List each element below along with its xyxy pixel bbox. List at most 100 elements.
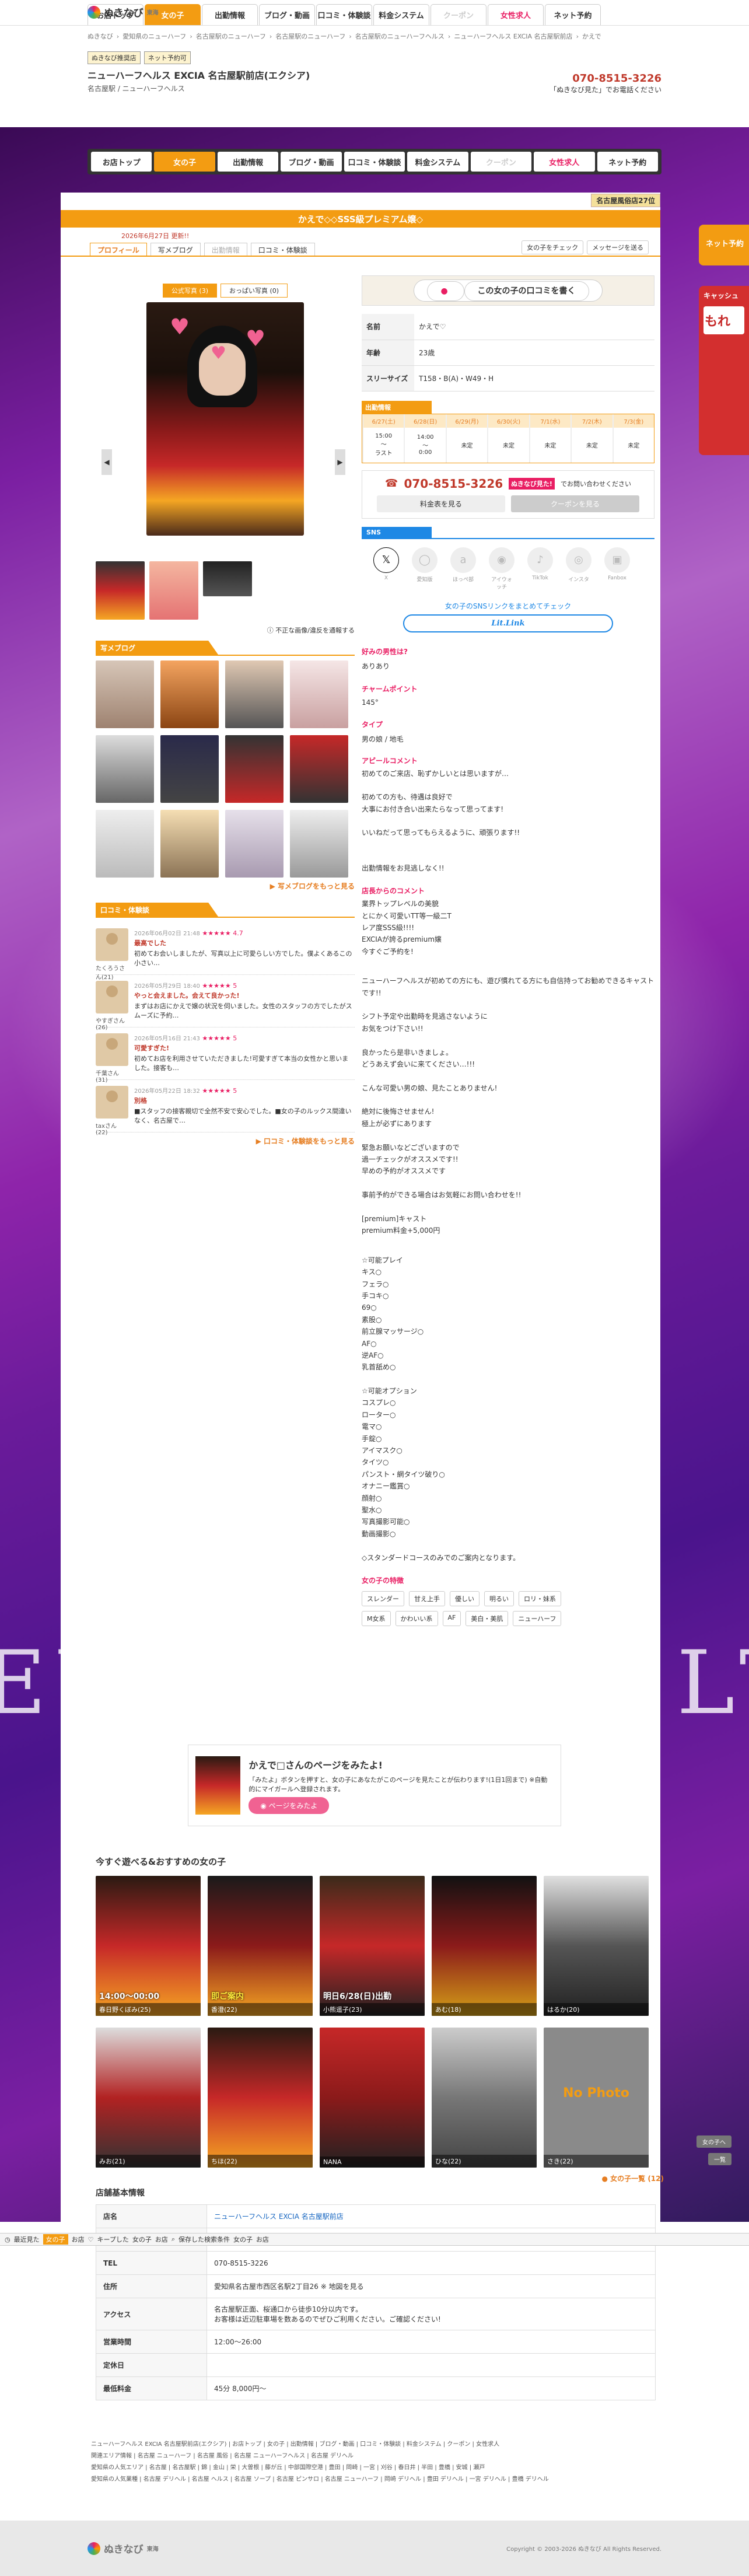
recommend-card[interactable]: NANA bbox=[320, 2028, 425, 2168]
sns-x[interactable]: 𝕏X bbox=[373, 547, 399, 590]
blog-thumb[interactable] bbox=[96, 810, 154, 878]
write-review-button[interactable]: ● この女の子の口コミを書く bbox=[414, 279, 603, 302]
nav-schedule[interactable]: 出勤情報 bbox=[202, 4, 258, 25]
recommend-card[interactable]: 明日6/28(日)出勤 小熊遥子(23) bbox=[320, 1876, 425, 2016]
recommend-card[interactable]: 即ご案内 香澄(22) bbox=[208, 1876, 313, 2016]
recommend-card[interactable]: 14:00〜00:00 春日野くぼみ(25) bbox=[96, 1876, 201, 2016]
tab-profile[interactable]: プロフィール bbox=[90, 243, 147, 256]
blog-thumb[interactable] bbox=[290, 810, 348, 878]
nav-reserve[interactable]: ネット予約 bbox=[597, 152, 658, 172]
crumb[interactable]: 名古屋駅のニューハーフ bbox=[275, 32, 345, 41]
mitayo-button[interactable]: ◉ ページをみたよ bbox=[249, 1796, 330, 1814]
feature-chip[interactable]: 明るい bbox=[484, 1591, 514, 1606]
nav-reserve[interactable]: ネット予約 bbox=[545, 4, 601, 25]
crumb[interactable]: ぬきなび bbox=[88, 32, 113, 41]
girls-list-link[interactable]: ● 女の子一覧 (12) bbox=[96, 2173, 664, 2183]
sns-item[interactable]: ◯ 愛知版 bbox=[412, 547, 438, 590]
nav-girls[interactable]: 女の子 bbox=[154, 152, 215, 172]
check-girl-button[interactable]: 女の子をチェック bbox=[522, 240, 584, 254]
info-value[interactable]: ニューハーフヘルス EXCIA 名古屋駅前店 bbox=[206, 2204, 656, 2228]
feature-chip[interactable]: M女系 bbox=[362, 1610, 391, 1626]
price-button[interactable]: 料金表を見る bbox=[377, 495, 505, 512]
nav-top[interactable]: お店トップ bbox=[91, 152, 152, 172]
recommend-card[interactable]: あむ(18) bbox=[432, 1876, 537, 2016]
recommend-card[interactable]: ちほ(22) bbox=[208, 2028, 313, 2168]
report-link[interactable]: ⓘ 不正な画像/違反を通報する bbox=[96, 625, 355, 635]
tab-blog[interactable]: 写メブログ bbox=[150, 243, 201, 256]
feature-chip[interactable]: ロリ・妹系 bbox=[519, 1591, 561, 1606]
sns-item[interactable]: ◎ インスタ bbox=[566, 547, 592, 590]
nav-price[interactable]: 料金システム bbox=[373, 4, 429, 25]
blog-thumb[interactable] bbox=[290, 735, 348, 803]
blog-thumb[interactable] bbox=[160, 660, 219, 728]
nav-blog[interactable]: ブログ・動画 bbox=[281, 152, 342, 172]
tab-schedule[interactable]: 出勤情報 bbox=[204, 243, 247, 256]
recommend-card[interactable]: No Photo さき(22) bbox=[544, 2028, 649, 2168]
feature-chip[interactable]: スレンダー bbox=[362, 1591, 404, 1606]
prev-photo-button[interactable]: ◀ bbox=[102, 449, 112, 475]
side-cash-banner[interactable]: キャッシュ もれ bbox=[699, 286, 749, 455]
crumb[interactable]: 名古屋駅のニューハーフヘルス bbox=[355, 32, 444, 41]
nav-blog[interactable]: ブログ・動画 bbox=[259, 4, 315, 25]
send-message-button[interactable]: メッセージを送る bbox=[587, 240, 649, 254]
recommend-card[interactable]: ひな(22) bbox=[432, 2028, 537, 2168]
blog-thumb[interactable] bbox=[96, 660, 154, 728]
nav-coupon[interactable]: クーポン bbox=[430, 4, 487, 25]
next-photo-button[interactable]: ▶ bbox=[335, 449, 345, 475]
feature-chip[interactable]: かわいい系 bbox=[395, 1610, 438, 1626]
tab-reviews[interactable]: 口コミ・体験談 bbox=[250, 243, 315, 256]
tab-other-photos[interactable]: おっぱい写真 (0) bbox=[220, 284, 288, 298]
tel-number[interactable]: 070-8515-3226 bbox=[404, 477, 503, 491]
crumb[interactable]: 名古屋駅のニューハーフ bbox=[196, 32, 266, 41]
review-item[interactable]: taxさん(22) 2026年05月22日 18:32 ★★★★★ 5 別格 ■スタ… bbox=[96, 1080, 355, 1136]
recommend-card[interactable]: はるか(20) bbox=[544, 1876, 649, 2016]
saved-tab-girls[interactable]: 女の子 bbox=[233, 2235, 253, 2244]
nav-schedule[interactable]: 出勤情報 bbox=[217, 152, 279, 172]
shop-tel[interactable]: 070-8515-3226 「ぬきなび見た」でお電話ください bbox=[550, 72, 662, 95]
blog-thumb[interactable] bbox=[225, 810, 284, 878]
footer-logo[interactable]: ぬきなび 東海 bbox=[88, 2541, 159, 2556]
sns-item[interactable]: ▣ Fanbox bbox=[604, 547, 630, 590]
nav-reviews[interactable]: 口コミ・体験談 bbox=[344, 152, 405, 172]
nav-price[interactable]: 料金システム bbox=[407, 152, 468, 172]
nav-reviews[interactable]: 口コミ・体験談 bbox=[316, 4, 372, 25]
sns-item[interactable]: ◉ アイウォッチ bbox=[489, 547, 514, 590]
feature-chip[interactable]: 優しい bbox=[450, 1591, 480, 1606]
photo-thumb[interactable] bbox=[149, 561, 198, 620]
feature-chip[interactable]: ニューハーフ bbox=[513, 1610, 562, 1626]
photo-thumb[interactable] bbox=[96, 561, 145, 620]
shop-tel-number[interactable]: 070-8515-3226 bbox=[572, 72, 662, 85]
review-item[interactable]: たくろうさん(21) 2026年06月02日 21:48 ★★★★★ 4.7 最高… bbox=[96, 922, 355, 981]
history-tab-girls[interactable]: 女の子 bbox=[43, 2234, 68, 2245]
sns-item[interactable]: ♪ TikTok bbox=[527, 547, 553, 590]
blog-thumb[interactable] bbox=[160, 735, 219, 803]
keep-tab-shops[interactable]: お店 bbox=[155, 2235, 168, 2244]
feature-chip[interactable]: 美白・美肌 bbox=[466, 1610, 509, 1626]
blog-thumb[interactable] bbox=[96, 735, 154, 803]
photo-thumb[interactable] bbox=[203, 561, 252, 596]
blog-thumb[interactable] bbox=[225, 660, 284, 728]
side-list-button[interactable]: 一覧 bbox=[708, 2153, 732, 2165]
history-tab-shops[interactable]: お店 bbox=[72, 2235, 85, 2244]
crumb[interactable]: 愛知県のニューハーフ bbox=[123, 32, 186, 41]
feature-chip[interactable]: AF bbox=[442, 1610, 461, 1626]
sns-item[interactable]: a ほっぺ部 bbox=[450, 547, 476, 590]
tab-official-photos[interactable]: 公式写真 (3) bbox=[162, 284, 217, 298]
crumb[interactable]: ニューハーフヘルス EXCIA 名古屋駅前店 bbox=[454, 32, 572, 41]
side-reserve-tab[interactable]: ネット予約 bbox=[699, 225, 749, 265]
info-value[interactable]: 070-8515-3226 bbox=[206, 2251, 656, 2275]
litlink-button[interactable]: Lit.Link bbox=[403, 614, 613, 632]
reviews-more-link[interactable]: ▶ 口コミ・体験談をもっと見る bbox=[96, 1136, 355, 1146]
recommend-card[interactable]: みお(21) bbox=[96, 2028, 201, 2168]
blog-more-link[interactable]: ▶ 写メブログをもっと見る bbox=[96, 881, 355, 891]
coupon-button[interactable]: クーポンを見る bbox=[511, 495, 639, 512]
blog-thumb[interactable] bbox=[290, 660, 348, 728]
footer-links[interactable]: ニューハーフヘルス EXCIA 名古屋駅前店(エクシア) | お店トップ | 女… bbox=[91, 2439, 657, 2486]
keep-tab-girls[interactable]: 女の子 bbox=[132, 2235, 152, 2244]
site-logo[interactable]: ぬきなび 東海 bbox=[88, 5, 159, 19]
side-girls-button[interactable]: 女の子へ bbox=[696, 2135, 732, 2148]
review-item[interactable]: やすぎさん(26) 2026年05月29日 18:40 ★★★★★ 5 やっと会え… bbox=[96, 975, 355, 1031]
nav-recruit[interactable]: 女性求人 bbox=[534, 152, 595, 172]
blog-thumb[interactable] bbox=[160, 810, 219, 878]
main-photo[interactable]: ♥ ♥ ♥ bbox=[146, 302, 304, 536]
